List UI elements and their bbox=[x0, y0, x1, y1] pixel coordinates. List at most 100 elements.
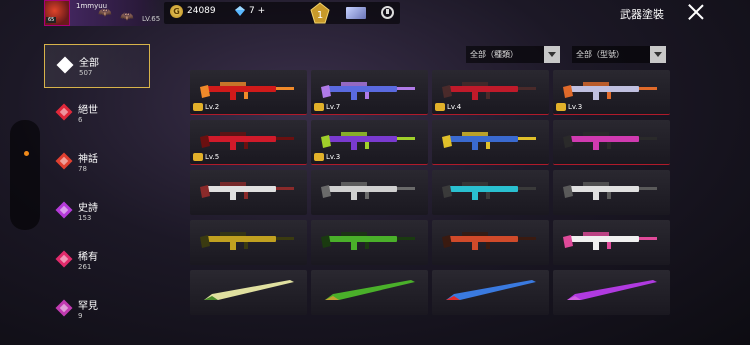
skin-level-badge: Lv.3 bbox=[556, 102, 582, 112]
weapon-skin-image bbox=[446, 280, 536, 300]
side-rail[interactable] bbox=[10, 120, 40, 230]
upgrade-icon bbox=[193, 153, 203, 161]
weapon-skin-card[interactable] bbox=[432, 120, 549, 165]
weapon-skin-image bbox=[204, 280, 294, 300]
notification-dot bbox=[24, 151, 29, 156]
weapon-skin-image bbox=[200, 82, 294, 100]
page-title: 武器塗裝 bbox=[620, 8, 664, 21]
weapon-skin-card[interactable] bbox=[553, 220, 670, 265]
category-label: 史詩 bbox=[78, 203, 98, 214]
bat-icon: 🦇 bbox=[120, 10, 134, 23]
skin-level: Lv.4 bbox=[447, 103, 462, 111]
weapon-skin-image bbox=[200, 132, 294, 150]
rarity-diamond-icon bbox=[55, 299, 73, 317]
weapon-skin-card[interactable] bbox=[553, 270, 670, 315]
weapon-skin-card[interactable] bbox=[553, 120, 670, 165]
skin-level: Lv.7 bbox=[326, 103, 341, 111]
weapon-skin-card[interactable]: Lv.3 bbox=[553, 70, 670, 115]
chevron-down-icon bbox=[544, 46, 560, 63]
skin-level-badge: Lv.5 bbox=[193, 152, 219, 162]
weapon-skin-image bbox=[321, 232, 415, 250]
category-label: 全部 bbox=[79, 58, 99, 69]
weapon-skin-image bbox=[321, 132, 415, 150]
weapon-skin-card[interactable] bbox=[311, 270, 428, 315]
weapon-skin-image bbox=[563, 132, 657, 150]
avatar-level: 65 bbox=[46, 17, 57, 23]
model-filter-value: 全部（型號） bbox=[576, 50, 624, 59]
diamond-icon bbox=[235, 6, 245, 16]
weapon-skin-card[interactable] bbox=[432, 220, 549, 265]
weapon-skin-card[interactable]: Lv.4 bbox=[432, 70, 549, 115]
category-count: 507 bbox=[79, 69, 93, 77]
weapon-skin-card[interactable] bbox=[311, 170, 428, 215]
rank-emblem-icon[interactable]: 1 bbox=[310, 2, 330, 24]
category-item[interactable]: 全部 507 bbox=[44, 44, 150, 88]
weapon-skin-card[interactable] bbox=[553, 170, 670, 215]
category-item[interactable]: 罕見 9 bbox=[44, 288, 150, 333]
bat-icon: 🦇 bbox=[98, 6, 112, 19]
close-icon[interactable] bbox=[686, 2, 706, 22]
weapon-skin-card[interactable]: Lv.2 bbox=[190, 70, 307, 115]
category-label: 絕世 bbox=[78, 105, 98, 116]
weapon-skin-image bbox=[325, 280, 415, 300]
category-count: 9 bbox=[78, 312, 83, 320]
card-icon[interactable] bbox=[346, 7, 366, 19]
weapon-skin-card[interactable] bbox=[432, 170, 549, 215]
skin-level-badge: Lv.7 bbox=[314, 102, 340, 112]
weapon-skin-card[interactable] bbox=[190, 220, 307, 265]
weapon-skin-card[interactable]: Lv.7 bbox=[311, 70, 428, 115]
category-count: 261 bbox=[78, 263, 92, 271]
top-bar: 65 1mmyuu 🦇 🦇 LV.65 G 24089 7 + 1 武器塗裝 bbox=[0, 0, 750, 30]
skin-level: Lv.3 bbox=[568, 103, 583, 111]
category-item[interactable]: 神話 78 bbox=[44, 141, 150, 186]
settings-icon[interactable] bbox=[381, 6, 394, 19]
weapon-skin-card[interactable]: Lv.5 bbox=[190, 120, 307, 165]
weapon-skin-card[interactable] bbox=[190, 170, 307, 215]
skin-level: Lv.5 bbox=[205, 153, 220, 161]
category-item[interactable]: 絕世 6 bbox=[44, 92, 150, 137]
diamond-count[interactable]: 7 + bbox=[249, 6, 265, 16]
category-count: 78 bbox=[78, 165, 87, 173]
weapon-skin-image bbox=[200, 232, 294, 250]
category-label: 罕見 bbox=[78, 301, 98, 312]
weapon-skin-card[interactable] bbox=[432, 270, 549, 315]
weapon-skin-image bbox=[321, 182, 415, 200]
skin-level-badge: Lv.4 bbox=[435, 102, 461, 112]
category-item[interactable]: 史詩 153 bbox=[44, 190, 150, 235]
type-filter-value: 全部（種類） bbox=[470, 50, 518, 59]
skin-level: Lv.2 bbox=[205, 103, 220, 111]
weapon-skin-image bbox=[442, 82, 536, 100]
weapon-skin-image bbox=[442, 232, 536, 250]
weapon-skin-card[interactable] bbox=[190, 270, 307, 315]
skin-level-badge: Lv.2 bbox=[193, 102, 219, 112]
weapon-skin-image bbox=[200, 182, 294, 200]
player-level: LV.65 bbox=[142, 15, 161, 23]
coin-count: 24089 bbox=[187, 6, 216, 16]
upgrade-icon bbox=[556, 103, 566, 111]
weapon-skin-image bbox=[442, 182, 536, 200]
rarity-diamond-icon bbox=[56, 56, 74, 74]
category-label: 稀有 bbox=[78, 252, 98, 263]
weapon-skin-card[interactable]: Lv.3 bbox=[311, 120, 428, 165]
category-item[interactable]: 稀有 261 bbox=[44, 239, 150, 284]
rarity-diamond-icon bbox=[55, 152, 73, 170]
weapon-skin-image bbox=[442, 132, 536, 150]
weapon-skin-image bbox=[563, 232, 657, 250]
rank-number: 1 bbox=[317, 10, 323, 21]
upgrade-icon bbox=[193, 103, 203, 111]
weapon-skin-image bbox=[563, 82, 657, 100]
weapon-skin-card[interactable] bbox=[311, 220, 428, 265]
rarity-diamond-icon bbox=[55, 103, 73, 121]
skin-level-badge: Lv.3 bbox=[314, 152, 340, 162]
upgrade-icon bbox=[435, 103, 445, 111]
weapon-skin-image bbox=[563, 182, 657, 200]
category-count: 153 bbox=[78, 214, 92, 222]
model-filter-dropdown[interactable]: 全部（型號） bbox=[572, 46, 666, 63]
category-label: 神話 bbox=[78, 154, 98, 165]
skin-level: Lv.3 bbox=[326, 153, 341, 161]
rarity-diamond-icon bbox=[55, 250, 73, 268]
weapon-skin-image bbox=[567, 280, 657, 300]
upgrade-icon bbox=[314, 153, 324, 161]
type-filter-dropdown[interactable]: 全部（種類） bbox=[466, 46, 560, 63]
upgrade-icon bbox=[314, 103, 324, 111]
